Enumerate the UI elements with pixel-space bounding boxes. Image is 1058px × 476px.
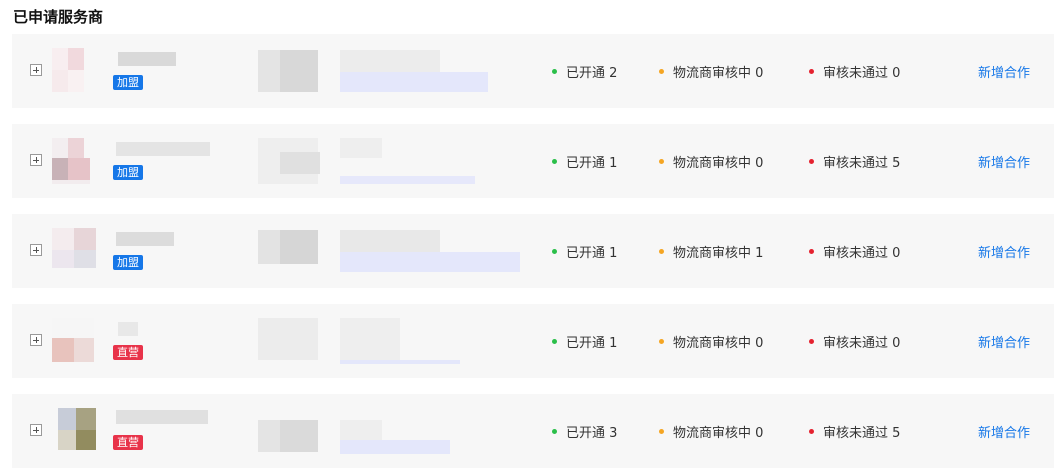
section-title: 已申请服务商	[13, 8, 104, 26]
status-rejected: 审核未通过 0	[809, 34, 900, 108]
provider-type-tag: 直营	[113, 345, 143, 360]
add-cooperation-link[interactable]: 新增合作	[978, 34, 1030, 108]
red-dot-icon	[809, 338, 814, 344]
expand-icon[interactable]	[30, 64, 42, 76]
provider-type-tag: 加盟	[113, 165, 143, 180]
status-rejected: 审核未通过 5	[809, 394, 900, 468]
provider-avatar	[52, 408, 100, 452]
status-pending: 物流商审核中 1	[659, 214, 763, 288]
red-dot-icon	[809, 158, 814, 164]
provider-avatar	[52, 318, 100, 362]
status-rejected: 审核未通过 0	[809, 304, 900, 378]
provider-name-redacted	[116, 142, 210, 156]
provider-row: 直营 已开通 3 物流商审核中 0 审核未通过 5 新增合作	[12, 394, 1054, 468]
expand-icon[interactable]	[30, 244, 42, 256]
provider-type-tag: 加盟	[113, 75, 143, 90]
status-opened: 已开通 1	[552, 304, 617, 378]
red-dot-icon	[809, 68, 814, 74]
expand-icon[interactable]	[30, 424, 42, 436]
green-dot-icon	[552, 248, 557, 254]
provider-info-redacted	[258, 318, 468, 364]
status-pending: 物流商审核中 0	[659, 34, 763, 108]
green-dot-icon	[552, 68, 557, 74]
provider-info-redacted	[258, 408, 458, 454]
provider-name-redacted	[116, 410, 208, 424]
add-cooperation-link[interactable]: 新增合作	[978, 124, 1030, 198]
provider-name-redacted	[116, 232, 174, 246]
provider-avatar	[52, 228, 100, 272]
provider-row: 加盟 已开通 1 物流商审核中 1 审核未通过 0 新增合作	[12, 214, 1054, 288]
add-cooperation-link[interactable]: 新增合作	[978, 304, 1030, 378]
green-dot-icon	[552, 158, 557, 164]
status-opened: 已开通 3	[552, 394, 617, 468]
status-pending: 物流商审核中 0	[659, 304, 763, 378]
provider-info-redacted	[258, 50, 488, 92]
status-opened: 已开通 1	[552, 124, 617, 198]
status-rejected: 审核未通过 5	[809, 124, 900, 198]
expand-icon[interactable]	[30, 154, 42, 166]
orange-dot-icon	[659, 338, 664, 344]
provider-row: 加盟 已开通 1 物流商审核中 0 审核未通过 5 新增合作	[12, 124, 1054, 198]
orange-dot-icon	[659, 158, 664, 164]
status-pending: 物流商审核中 0	[659, 124, 763, 198]
add-cooperation-link[interactable]: 新增合作	[978, 394, 1030, 468]
orange-dot-icon	[659, 428, 664, 434]
provider-type-tag: 加盟	[113, 255, 143, 270]
provider-row: 直营 已开通 1 物流商审核中 0 审核未通过 0 新增合作	[12, 304, 1054, 378]
provider-name-redacted	[118, 322, 138, 336]
provider-info-redacted	[258, 138, 478, 184]
green-dot-icon	[552, 338, 557, 344]
provider-avatar	[52, 138, 100, 184]
provider-info-redacted	[258, 230, 520, 272]
red-dot-icon	[809, 248, 814, 254]
green-dot-icon	[552, 428, 557, 434]
status-rejected: 审核未通过 0	[809, 214, 900, 288]
provider-name-redacted	[118, 52, 176, 66]
expand-icon[interactable]	[30, 334, 42, 346]
provider-type-tag: 直营	[113, 435, 143, 450]
orange-dot-icon	[659, 68, 664, 74]
status-opened: 已开通 2	[552, 34, 617, 108]
orange-dot-icon	[659, 248, 664, 254]
provider-row: 加盟 已开通 2 物流商审核中 0 审核未通过 0 新增合作	[12, 34, 1054, 108]
red-dot-icon	[809, 428, 814, 434]
status-pending: 物流商审核中 0	[659, 394, 763, 468]
provider-list: 加盟 已开通 2 物流商审核中 0 审核未通过 0 新增合作 加盟 已开通 1 …	[12, 34, 1054, 468]
provider-avatar	[52, 48, 100, 92]
status-opened: 已开通 1	[552, 214, 617, 288]
add-cooperation-link[interactable]: 新增合作	[978, 214, 1030, 288]
